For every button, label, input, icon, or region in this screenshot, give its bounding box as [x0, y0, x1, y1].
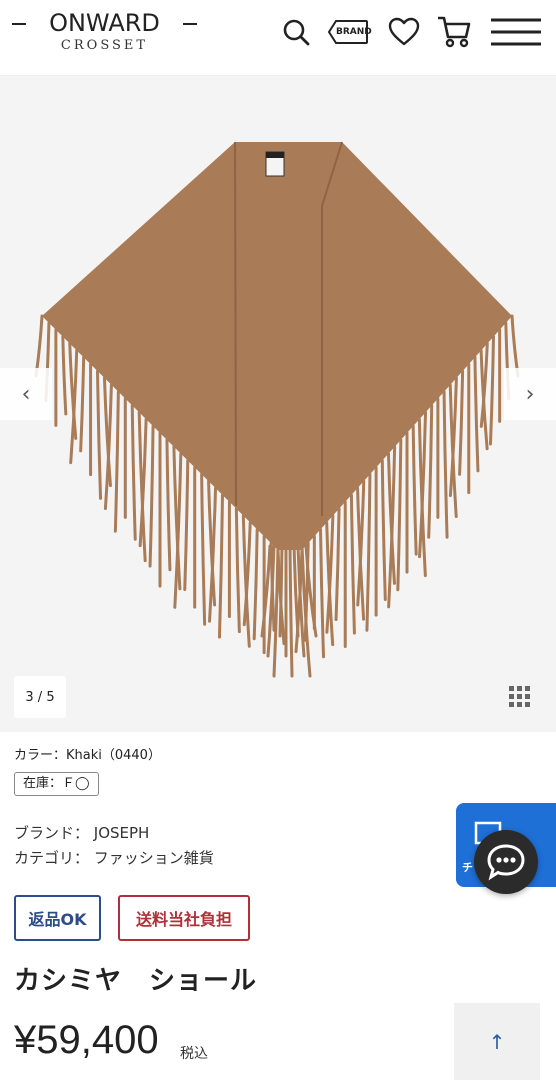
- chat-bubble-button[interactable]: [474, 830, 538, 894]
- logo-line-right: [183, 23, 197, 25]
- tax-included-label: 税込: [180, 1046, 208, 1062]
- chat-panel-label: チ: [462, 861, 473, 874]
- free-shipping-badge[interactable]: 送料当社負担: [118, 895, 250, 941]
- onward-crosset-logo[interactable]: ONWARD CROSSET: [12, 8, 197, 64]
- logo-main-text: ONWARD: [49, 9, 160, 37]
- product-image-gallery[interactable]: ‹ › 3 / 5: [0, 76, 556, 732]
- product-price: ¥59,400: [14, 1018, 159, 1062]
- brand-icon-label: BRAND: [336, 27, 372, 37]
- chat-bubble-icon: [487, 844, 525, 881]
- logo-sub-text: CROSSET: [60, 38, 149, 53]
- brand-icon[interactable]: BRAND: [327, 10, 372, 54]
- brand-info[interactable]: ブランド： JOSEPH: [14, 822, 149, 843]
- color-info: カラー：Khaki（0440）: [14, 748, 161, 763]
- scroll-to-top-button[interactable]: ↑: [454, 1003, 540, 1080]
- image-counter: 3 / 5: [14, 676, 66, 718]
- shawl-product-image: [34, 141, 520, 678]
- menu-icon[interactable]: [488, 10, 544, 54]
- next-image-button[interactable]: ›: [504, 368, 556, 420]
- site-header: ONWARD CROSSET BRAND: [0, 0, 556, 76]
- grid-view-icon[interactable]: [498, 676, 542, 718]
- return-ok-badge[interactable]: 返品OK: [14, 895, 101, 941]
- heart-icon[interactable]: [382, 10, 426, 54]
- search-icon[interactable]: [274, 10, 318, 54]
- stock-size-badge[interactable]: 在庫：Ｆ◯: [14, 772, 99, 796]
- category-info[interactable]: カテゴリ： ファッション雑貨: [14, 847, 214, 868]
- product-title: カシミヤ ショール: [14, 966, 258, 996]
- cart-icon[interactable]: [432, 10, 476, 54]
- prev-image-button[interactable]: ‹: [0, 368, 52, 420]
